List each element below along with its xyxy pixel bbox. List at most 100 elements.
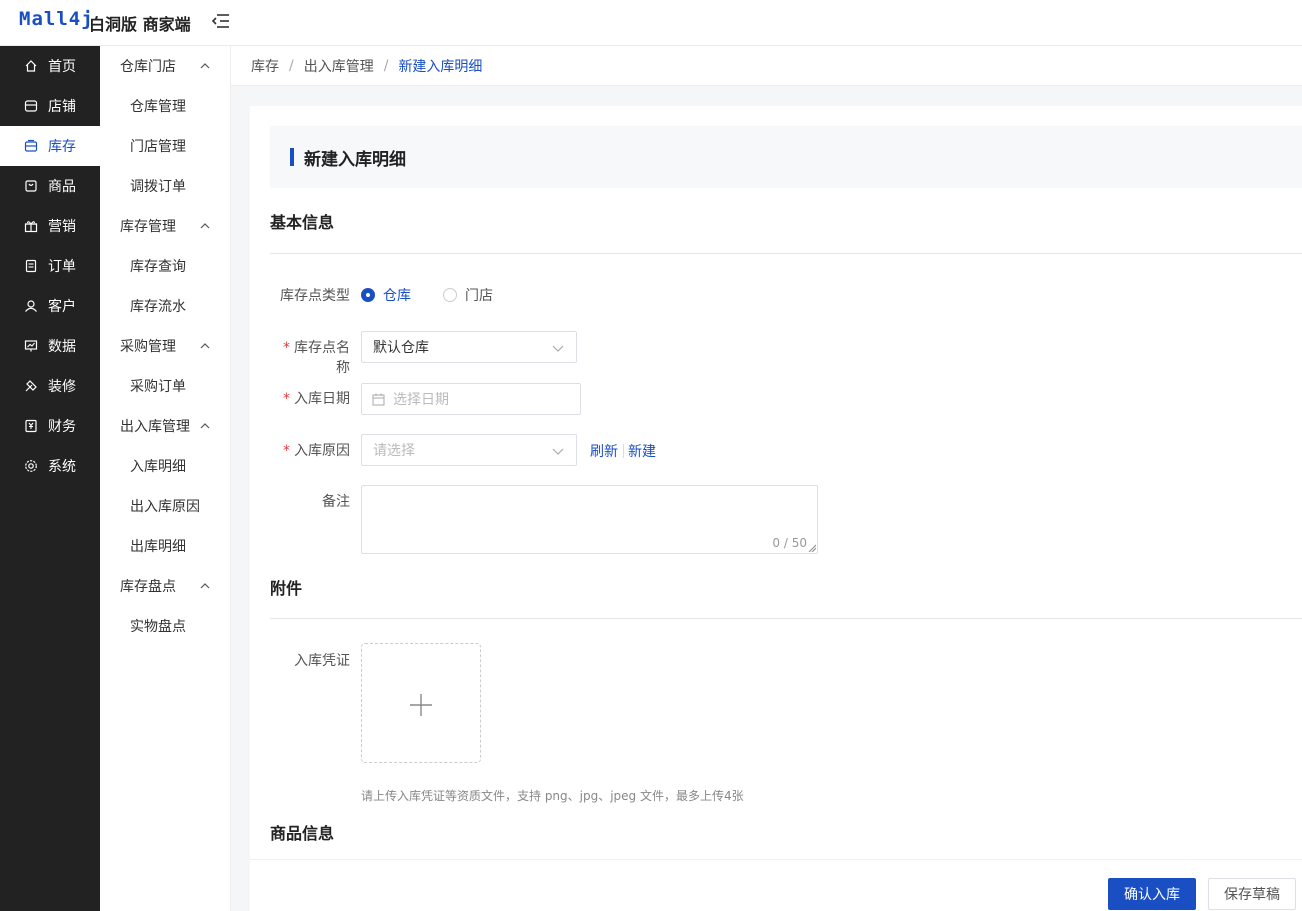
submenu-item[interactable]: 入库明细 — [100, 446, 230, 486]
sidebar-item-product[interactable]: 商品 — [0, 166, 100, 206]
inventory-icon — [24, 139, 38, 153]
submenu-item[interactable]: 调拨订单 — [100, 166, 230, 206]
chevron-up-icon — [200, 343, 210, 349]
new-reason-link[interactable]: 新建 — [628, 441, 656, 461]
refresh-link[interactable]: 刷新 — [590, 441, 618, 461]
breadcrumb-item-io-management[interactable]: 出入库管理 — [304, 56, 374, 76]
order-icon — [24, 259, 38, 273]
title-accent-bar — [290, 148, 294, 166]
upload-hint: 请上传入库凭证等资质文件，支持 png、jpg、jpeg 文件，最多上传4张 — [361, 789, 744, 803]
sidebar-item-order[interactable]: 订单 — [0, 246, 100, 286]
sidebar-item-home[interactable]: 首页 — [0, 46, 100, 86]
sidebar-item-decorate[interactable]: 装修 — [0, 366, 100, 406]
radio-store-label: 门店 — [465, 288, 493, 304]
date-picker[interactable]: 选择日期 — [361, 383, 581, 415]
main-content: 库存 / 出入库管理 / 新建入库明细 新建入库明细 基本信息 库存点类型 仓库… — [231, 46, 1302, 911]
chevron-up-icon — [200, 63, 210, 69]
resize-grip-icon[interactable] — [807, 543, 816, 552]
remark-label: 备注 — [322, 494, 350, 510]
radio-dot — [361, 288, 375, 302]
submenu-item[interactable]: 实物盘点 — [100, 606, 230, 646]
reason-label: * 入库原因 — [270, 440, 350, 460]
brand-name: 白洞版 商家端 — [89, 15, 191, 34]
breadcrumb-separator: / — [289, 57, 294, 74]
submenu-item[interactable]: 出入库原因 — [100, 486, 230, 526]
submenu-item[interactable]: 门店管理 — [100, 126, 230, 166]
submenu-group-label: 出入库管理 — [120, 419, 190, 435]
home-icon — [24, 59, 38, 73]
reason-select[interactable]: 请选择 — [361, 434, 577, 466]
divider — [270, 253, 1302, 254]
voucher-label: 入库凭证 — [294, 653, 350, 669]
date-label-text: 入库日期 — [294, 391, 350, 407]
sidebar-item-label: 客户 — [48, 299, 76, 315]
sidebar-item-label: 数据 — [48, 339, 76, 355]
submenu-group-label: 库存盘点 — [120, 579, 176, 595]
radio-dot — [443, 288, 457, 302]
product-icon — [24, 179, 38, 193]
page-title-bar: 新建入库明细 — [270, 126, 1302, 188]
finance-icon — [24, 419, 38, 433]
confirm-inbound-button[interactable]: 确认入库 — [1108, 878, 1196, 910]
shop-icon — [24, 99, 38, 113]
chevron-up-icon — [200, 583, 210, 589]
submenu-group[interactable]: 采购管理 — [100, 326, 230, 366]
sidebar-item-label: 商品 — [48, 179, 76, 195]
date-label: * 入库日期 — [270, 388, 350, 408]
calendar-icon — [372, 393, 385, 405]
divider — [270, 618, 1302, 619]
breadcrumb-current: 新建入库明细 — [398, 58, 483, 75]
submenu-item[interactable]: 出库明细 — [100, 526, 230, 566]
sidebar-item-shop[interactable]: 店铺 — [0, 86, 100, 126]
sidebar-item-gift[interactable]: 营销 — [0, 206, 100, 246]
radio-warehouse[interactable]: 仓库 — [361, 285, 411, 305]
submenu-item[interactable]: 采购订单 — [100, 366, 230, 406]
point-name-label-text: 库存点名称 — [294, 340, 350, 376]
sidebar-item-inventory[interactable]: 库存 — [0, 126, 100, 166]
chevron-up-icon — [200, 223, 210, 229]
required-mark: * — [283, 391, 290, 407]
breadcrumb-item-inventory[interactable]: 库存 — [251, 56, 279, 76]
submenu-group[interactable]: 出入库管理 — [100, 406, 230, 446]
submenu-group[interactable]: 库存管理 — [100, 206, 230, 246]
point-name-select[interactable]: 默认仓库 — [361, 331, 577, 363]
submenu-group[interactable]: 库存盘点 — [100, 566, 230, 606]
top-header: Mall4j 白洞版 商家端 — [0, 0, 1302, 46]
submenu-group-label: 仓库门店 — [120, 59, 176, 75]
menu-fold-icon[interactable] — [210, 10, 232, 32]
reason-placeholder: 请选择 — [373, 443, 415, 459]
voucher-upload[interactable] — [361, 643, 481, 763]
remark-textarea[interactable]: 0 / 50 — [361, 485, 818, 554]
point-name-label: * 库存点名称 — [270, 337, 350, 377]
chevron-up-icon — [200, 423, 210, 429]
logo: Mall4j — [19, 8, 94, 30]
chevron-down-icon — [552, 345, 564, 352]
sidebar-item-label: 装修 — [48, 379, 76, 395]
section-title-goods: 商品信息 — [270, 824, 335, 843]
sidebar-item-label: 系统 — [48, 459, 76, 475]
radio-warehouse-label: 仓库 — [383, 288, 411, 304]
gift-icon — [24, 219, 38, 233]
submenu-item[interactable]: 仓库管理 — [100, 86, 230, 126]
section-title-attachment: 附件 — [270, 579, 303, 598]
sidebar-item-settings[interactable]: 系统 — [0, 446, 100, 486]
reason-label-text: 入库原因 — [294, 443, 350, 459]
sidebar-item-customer[interactable]: 客户 — [0, 286, 100, 326]
submenu-item[interactable]: 库存流水 — [100, 286, 230, 326]
settings-icon — [24, 459, 38, 473]
sidebar-item-label: 财务 — [48, 419, 76, 435]
save-draft-button[interactable]: 保存草稿 — [1208, 878, 1296, 910]
sidebar-item-finance[interactable]: 财务 — [0, 406, 100, 446]
radio-store[interactable]: 门店 — [443, 285, 493, 305]
sidebar-item-label: 库存 — [48, 139, 76, 155]
sidebar-item-label: 营销 — [48, 219, 76, 235]
sub-menu: 仓库门店仓库管理 门店管理 调拨订单 库存管理 库存查询 库存流水采购管理采购订单出入库管… — [100, 46, 231, 911]
submenu-group[interactable]: 仓库门店 — [100, 46, 230, 86]
submenu-group-label: 采购管理 — [120, 339, 176, 355]
submenu-item[interactable]: 库存查询 — [100, 246, 230, 286]
sidebar-item-label: 店铺 — [48, 99, 76, 115]
main-sidebar: 首页店铺库存商品营销订单客户数据装修财务系统 — [0, 46, 100, 911]
page-title: 新建入库明细 — [304, 149, 406, 170]
sidebar-item-data[interactable]: 数据 — [0, 326, 100, 366]
sidebar-item-label: 首页 — [48, 59, 76, 75]
